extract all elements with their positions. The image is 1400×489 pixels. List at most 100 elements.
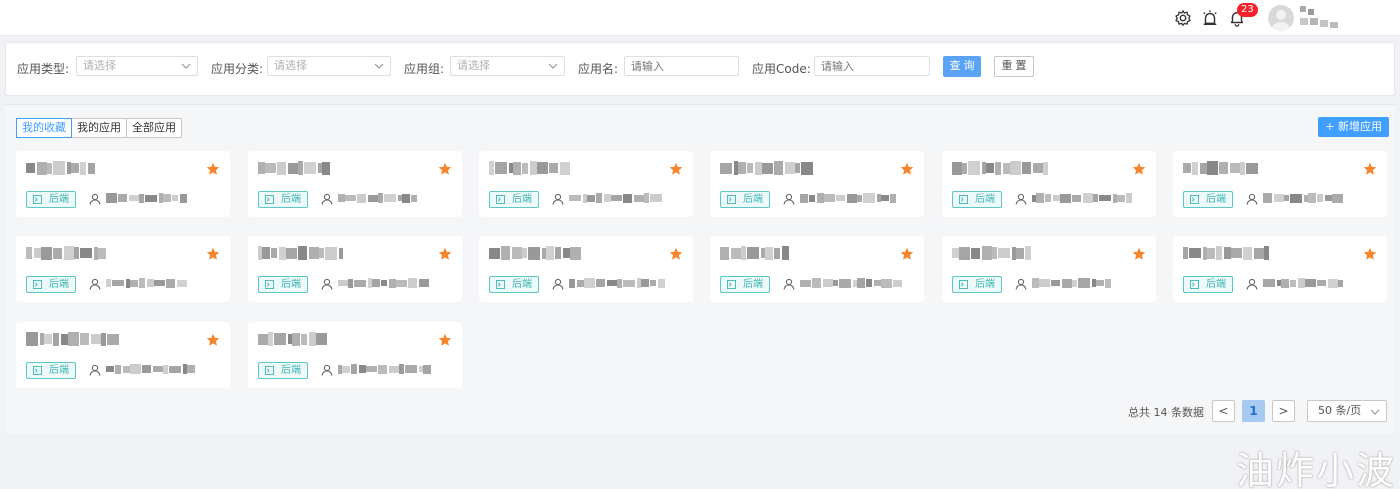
star-icon[interactable] [1363,247,1377,261]
tab-all-apps[interactable]: 全部应用 [126,118,182,138]
app-card[interactable]: 后端 [710,236,924,302]
app-card[interactable]: 后端 [710,151,924,217]
owner-redacted [569,193,674,205]
filter-bar: 应用类型: 请选择 应用分类: 请选择 应用组: 请选择 应用名: 应用Code… [5,42,1395,96]
pagination-total: 总共 14 条数据 [1128,406,1204,419]
app-card[interactable]: 后端 [1173,151,1387,217]
tag-label: 后端 [512,279,532,290]
tag-label: 后端 [281,279,301,290]
app-tabs: 我的收藏 我的应用 全部应用 [16,118,182,138]
star-icon[interactable] [438,333,452,347]
username-redacted[interactable] [1298,6,1346,32]
backend-tag: 后端 [952,191,1002,208]
terminal-icon [33,280,42,289]
app-card[interactable]: 后端 [942,151,1156,217]
app-code-input[interactable] [814,56,930,76]
app-category-label: 应用分类: [211,62,264,76]
chevron-down-icon [548,63,558,69]
add-app-button[interactable]: + 新增应用 [1318,117,1389,137]
star-icon[interactable] [900,247,914,261]
star-icon[interactable] [1363,162,1377,176]
app-category-select[interactable]: 请选择 [267,56,391,76]
terminal-icon [265,280,274,289]
chevron-down-icon [181,63,191,69]
terminal-icon [959,280,968,289]
page-size-select[interactable]: 50 条/页 [1307,400,1387,422]
tab-favorites[interactable]: 我的收藏 [16,118,72,138]
chevron-down-icon [374,63,384,69]
star-icon[interactable] [669,247,683,261]
owner-redacted [106,364,211,376]
user-icon [1246,193,1258,205]
owner-redacted [338,364,443,376]
star-icon[interactable] [900,162,914,176]
owner-redacted [1263,278,1368,290]
app-name-redacted [489,161,599,181]
app-name-label: 应用名: [578,62,619,76]
star-icon[interactable] [1132,247,1146,261]
star-icon[interactable] [438,162,452,176]
backend-tag: 后端 [26,191,76,208]
tab-my-apps[interactable]: 我的应用 [71,118,127,138]
app-card[interactable]: 后端 [942,236,1156,302]
owner-redacted [800,193,905,205]
app-card[interactable]: 后端 [248,236,462,302]
star-icon[interactable] [438,247,452,261]
owner-redacted [1263,193,1368,205]
app-type-select[interactable]: 请选择 [76,56,198,76]
avatar[interactable] [1268,5,1294,31]
reset-button[interactable]: 重 置 [994,56,1034,77]
app-name-redacted [26,246,136,266]
chevron-down-icon [1370,409,1380,415]
app-name-redacted [720,246,830,266]
tag-label: 后端 [49,194,69,205]
app-name-redacted [1183,246,1293,266]
user-icon [783,278,795,290]
terminal-icon [1190,280,1199,289]
next-page-button[interactable]: > [1272,400,1295,422]
alarm-icon[interactable] [1201,9,1219,27]
terminal-icon [33,195,42,204]
user-icon [89,364,101,376]
star-icon[interactable] [669,162,683,176]
backend-tag: 后端 [489,191,539,208]
app-card[interactable]: 后端 [248,322,462,388]
top-header: 23 [0,0,1400,36]
terminal-icon [496,280,505,289]
app-card[interactable]: 后端 [16,322,230,388]
page-1-button[interactable]: 1 [1242,400,1265,422]
tag-label: 后端 [49,365,69,376]
backend-tag: 后端 [258,362,308,379]
star-icon[interactable] [1132,162,1146,176]
star-icon[interactable] [206,162,220,176]
app-card[interactable]: 后端 [479,151,693,217]
app-group-label: 应用组: [404,62,445,76]
star-icon[interactable] [206,333,220,347]
user-icon [1015,278,1027,290]
tag-label: 后端 [49,279,69,290]
terminal-icon [727,280,736,289]
app-name-input[interactable] [624,56,739,76]
query-button[interactable]: 查 询 [943,56,981,77]
app-card[interactable]: 后端 [248,151,462,217]
tag-label: 后端 [281,194,301,205]
tag-label: 后端 [975,194,995,205]
user-icon [1246,278,1258,290]
app-card[interactable]: 后端 [16,151,230,217]
app-type-label: 应用类型: [17,62,70,76]
app-name-redacted [489,246,599,266]
prev-page-button[interactable]: < [1212,400,1235,422]
star-icon[interactable] [206,247,220,261]
gear-icon[interactable] [1174,9,1192,27]
backend-tag: 后端 [1183,276,1233,293]
app-card[interactable]: 后端 [479,236,693,302]
app-name-redacted [258,161,368,181]
watermark: 油炸小波 [1236,449,1397,489]
app-name-redacted [1183,161,1293,181]
app-card[interactable]: 后端 [1173,236,1387,302]
app-group-select[interactable]: 请选择 [450,56,565,76]
tag-label: 后端 [743,194,763,205]
app-card[interactable]: 后端 [16,236,230,302]
terminal-icon [33,366,42,375]
user-icon [321,193,333,205]
